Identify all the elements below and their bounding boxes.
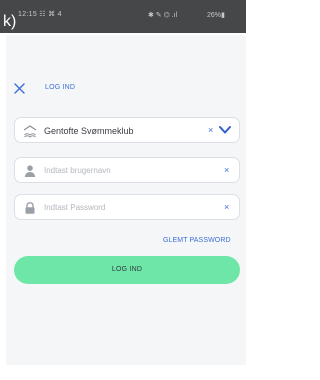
battery-indicator: 26%▮ [207,12,225,19]
stray-label: k) [3,13,17,30]
user-icon [24,165,36,177]
clear-club-icon[interactable]: × [208,124,213,136]
club-value: Gentofte Svømmeklub [44,126,134,136]
login-button-label: LOG IND [111,266,143,273]
club-building-icon [23,125,37,138]
status-icons: ✱ ✎ ⌬ .ıl [148,12,178,19]
password-input[interactable]: Indtast Password [44,203,105,212]
close-icon[interactable] [14,83,25,94]
status-bar: 12:15 ☷ ⌘ 4 ✱ ✎ ⌬ .ıl 26%▮ [0,0,246,33]
page-title: LOG IND [45,84,76,91]
club-select[interactable]: Gentofte Svømmeklub × [14,117,240,143]
clear-username-icon[interactable]: × [224,164,229,176]
password-field[interactable]: Indtast Password × [14,194,240,220]
lock-icon [25,202,35,214]
clear-password-icon[interactable]: × [224,201,229,213]
username-input[interactable]: Indtast brugernavn [44,166,111,175]
username-field[interactable]: Indtast brugernavn × [14,157,240,183]
login-button[interactable]: LOG IND [14,256,240,284]
chevron-down-icon[interactable] [218,125,232,135]
forgot-password-link[interactable]: GLEMT PASSWORD [163,237,231,244]
status-time: 12:15 ☷ ⌘ 4 [18,11,62,18]
